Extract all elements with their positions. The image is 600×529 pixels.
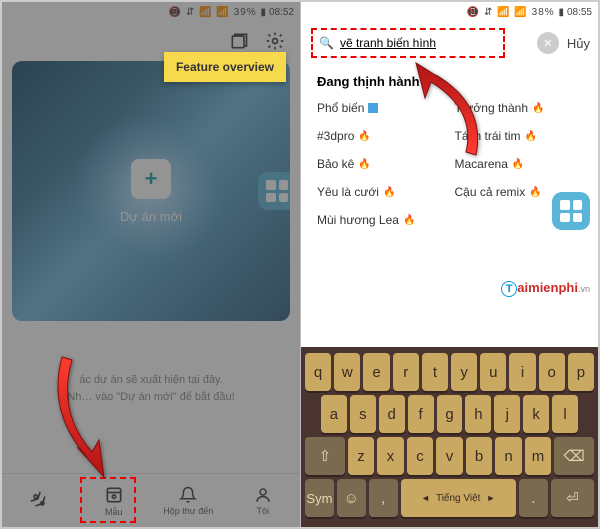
key-d[interactable]: d <box>379 395 405 433</box>
key-g[interactable]: g <box>437 395 463 433</box>
red-arrow-left <box>42 352 122 487</box>
key-s[interactable]: s <box>350 395 376 433</box>
watermark: Taimienphi.vn <box>501 280 590 297</box>
key-w[interactable]: w <box>334 353 360 391</box>
new-project-label: Dự án mới <box>120 209 182 224</box>
key-j[interactable]: j <box>494 395 520 433</box>
new-project-card[interactable]: + Dự án mới <box>12 61 290 321</box>
key-t[interactable]: t <box>422 353 448 391</box>
key-b[interactable]: b <box>466 437 493 475</box>
key-u[interactable]: u <box>480 353 506 391</box>
key-r[interactable]: r <box>393 353 419 391</box>
status-bar: 📵 ⇵ 📶 📶 38% ▮ 08:55 <box>301 2 598 22</box>
key-o[interactable]: o <box>539 353 565 391</box>
key-.[interactable]: . <box>519 479 548 517</box>
key-l[interactable]: l <box>552 395 578 433</box>
key-⌫[interactable]: ⌫ <box>554 437 594 475</box>
archive-icon[interactable] <box>228 30 250 52</box>
key-z[interactable]: z <box>348 437 375 475</box>
key-f[interactable]: f <box>408 395 434 433</box>
key-x[interactable]: x <box>377 437 404 475</box>
key-k[interactable]: k <box>523 395 549 433</box>
grid-float-button[interactable] <box>258 172 290 210</box>
status-time: 08:55 <box>567 7 592 18</box>
left-screenshot: 📵 ⇵ 📶 📶 39% ▮ 08:52 Feature overview + D… <box>2 2 300 527</box>
clear-search-button[interactable]: ✕ <box>537 32 559 54</box>
key-e[interactable]: e <box>363 353 389 391</box>
key-☺[interactable]: ☺ <box>337 479 366 517</box>
red-arrow-right <box>401 60 491 165</box>
keyboard: qwertyuiop asdfghjkl ⇧zxcvbnm⌫ Sym☺,◄Tiế… <box>301 347 598 527</box>
key-Sym[interactable]: Sym <box>305 479 334 517</box>
nav-me[interactable]: Tôi <box>226 474 301 527</box>
key-i[interactable]: i <box>509 353 535 391</box>
nav-inbox[interactable]: Hộp thư đến <box>151 474 226 527</box>
key-m[interactable]: m <box>525 437 552 475</box>
key-a[interactable]: a <box>321 395 347 433</box>
feature-tooltip: Feature overview <box>164 52 286 82</box>
key-y[interactable]: y <box>451 353 477 391</box>
cancel-button[interactable]: Hủy <box>567 36 590 51</box>
red-highlight-search <box>311 28 505 58</box>
status-bar: 📵 ⇵ 📶 📶 39% ▮ 08:52 <box>2 2 300 22</box>
right-screenshot: 📵 ⇵ 📶 📶 38% ▮ 08:55 🔍 ✕ Hủy Đang thịnh h… <box>300 2 598 527</box>
key-n[interactable]: n <box>495 437 522 475</box>
key-⇧[interactable]: ⇧ <box>305 437 345 475</box>
trending-item[interactable]: Yêu là cưới 🔥 <box>317 185 445 199</box>
key-[interactable]: ◄Tiếng Việt► <box>401 479 516 517</box>
key-q[interactable]: q <box>305 353 331 391</box>
plus-icon[interactable]: + <box>131 159 171 199</box>
grid-float-button[interactable] <box>552 192 590 230</box>
key-c[interactable]: c <box>407 437 434 475</box>
key-⏎[interactable]: ⏎ <box>551 479 594 517</box>
key-v[interactable]: v <box>436 437 463 475</box>
status-time: 08:52 <box>269 7 294 18</box>
key-p[interactable]: p <box>568 353 594 391</box>
key-h[interactable]: h <box>465 395 491 433</box>
key-,[interactable]: , <box>369 479 398 517</box>
trending-item[interactable]: Mùi hương Lea 🔥 <box>317 213 445 227</box>
